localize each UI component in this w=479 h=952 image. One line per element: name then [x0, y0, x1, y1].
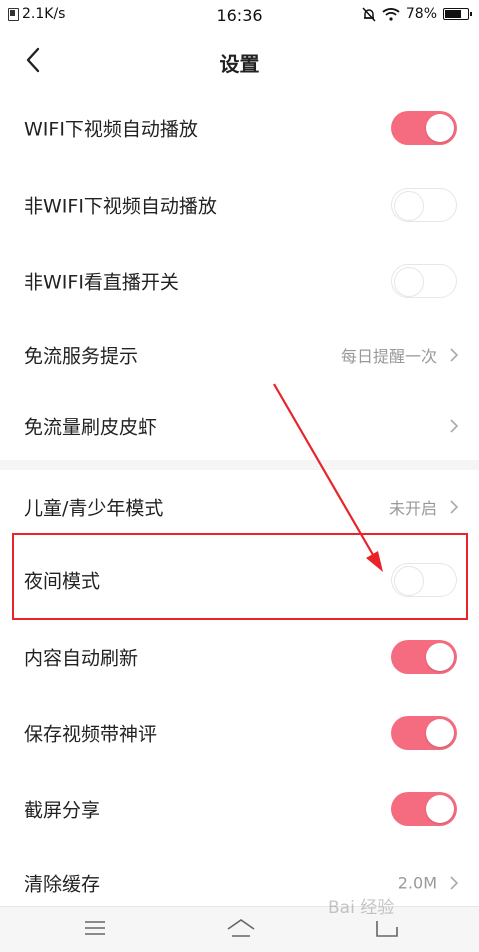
- toggle-knob: [394, 566, 424, 596]
- setting-label: 非WIFI下视频自动播放: [24, 195, 217, 218]
- non-wifi-autoplay-toggle[interactable]: [391, 188, 457, 222]
- setting-value: 每日提醒一次: [340, 347, 437, 366]
- setting-row-wifi-autoplay[interactable]: WIFI下视频自动播放: [0, 93, 479, 163]
- setting-value: 未开启: [388, 499, 437, 518]
- setting-row-free-data-browse[interactable]: 免流量刷皮皮虾: [0, 391, 479, 461]
- save-video-comment-toggle[interactable]: [391, 716, 457, 750]
- section-divider: [0, 460, 479, 470]
- setting-row-non-wifi-autoplay[interactable]: 非WIFI下视频自动播放: [0, 170, 479, 240]
- toggle-knob: [426, 719, 454, 747]
- setting-label: 保存视频带神评: [24, 723, 158, 746]
- nav-back-icon[interactable]: [374, 917, 400, 939]
- setting-label: 夜间模式: [24, 570, 101, 593]
- setting-label: 免流量刷皮皮虾: [24, 416, 158, 439]
- setting-value: 2.0M: [397, 873, 437, 893]
- nav-header: 设置: [0, 30, 479, 90]
- status-bar: 2.1K/s 16:36 78%: [0, 0, 479, 30]
- chevron-right-icon: [450, 419, 459, 433]
- setting-row-free-data-tip[interactable]: 免流服务提示 每日提醒一次: [0, 320, 479, 390]
- chevron-right-icon: [450, 348, 459, 362]
- auto-refresh-toggle[interactable]: [391, 640, 457, 674]
- toggle-knob: [426, 795, 454, 823]
- status-right: 78%: [362, 6, 472, 22]
- wifi-icon: [382, 8, 400, 21]
- mute-bell-icon: [362, 6, 376, 22]
- wifi-autoplay-toggle[interactable]: [391, 111, 457, 145]
- baidu-watermark: Bai 经验: [328, 898, 395, 918]
- setting-label: WIFI下视频自动播放: [24, 118, 198, 141]
- menu-icon[interactable]: [84, 919, 106, 937]
- system-nav-bar: [0, 906, 479, 952]
- setting-label: 儿童/青少年模式: [24, 497, 164, 520]
- setting-label: 清除缓存: [24, 873, 101, 896]
- setting-row-non-wifi-live[interactable]: 非WIFI看直播开关: [0, 246, 479, 316]
- non-wifi-live-toggle[interactable]: [391, 264, 457, 298]
- setting-row-screenshot-share[interactable]: 截屏分享: [0, 774, 479, 844]
- setting-row-kids-mode[interactable]: 儿童/青少年模式 未开启: [0, 472, 479, 542]
- setting-label: 免流服务提示: [24, 345, 139, 368]
- setting-row-auto-refresh[interactable]: 内容自动刷新: [0, 622, 479, 692]
- setting-row-night-mode[interactable]: 夜间模式: [0, 545, 479, 615]
- chevron-right-icon: [450, 500, 459, 514]
- toggle-knob: [394, 191, 424, 221]
- setting-label: 非WIFI看直播开关: [24, 271, 179, 294]
- home-icon[interactable]: [226, 917, 256, 939]
- toggle-knob: [426, 114, 454, 142]
- setting-label: 截屏分享: [24, 799, 101, 822]
- battery-percent: 78%: [405, 6, 437, 22]
- page-title: 设置: [219, 52, 260, 76]
- setting-row-save-video-comment[interactable]: 保存视频带神评: [0, 698, 479, 768]
- screenshot-share-toggle[interactable]: [391, 792, 457, 826]
- setting-label: 内容自动刷新: [24, 647, 139, 670]
- night-mode-toggle[interactable]: [391, 563, 457, 597]
- toggle-knob: [426, 643, 454, 671]
- battery-icon: [443, 8, 472, 20]
- chevron-right-icon: [450, 876, 459, 890]
- toggle-knob: [394, 267, 424, 297]
